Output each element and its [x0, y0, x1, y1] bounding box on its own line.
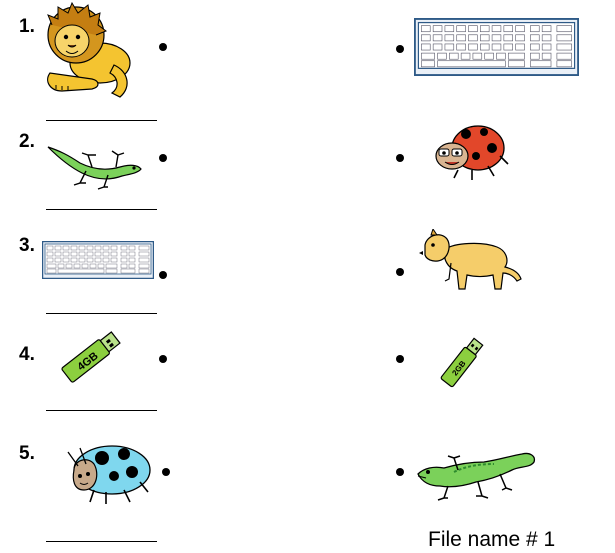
usb-4gb-picture: 4GB: [61, 331, 121, 383]
answer-line-3[interactable]: [46, 313, 157, 314]
answer-line-2[interactable]: [46, 209, 157, 210]
keyboard-picture: [42, 241, 154, 279]
right-dot-2[interactable]: [396, 154, 404, 162]
item-number-5: 5.: [19, 443, 35, 464]
item-number-2: 2.: [19, 131, 35, 152]
left-dot-1[interactable]: [159, 43, 167, 51]
item-number-1: 1.: [19, 16, 35, 37]
left-dot-4[interactable]: [159, 355, 167, 363]
lizard-picture: [47, 146, 142, 190]
lizard-picture-right: [417, 452, 536, 501]
item-number-3: 3.: [19, 235, 35, 256]
right-dot-5[interactable]: [396, 468, 404, 476]
file-name-label: File name # 1: [428, 528, 556, 551]
usb-2gb-picture: 2GB: [440, 337, 484, 388]
right-dot-1[interactable]: [396, 45, 404, 53]
left-dot-5[interactable]: [162, 468, 170, 476]
right-dot-4[interactable]: [396, 355, 404, 363]
lion-picture: [47, 1, 131, 98]
red-ladybug-picture: [435, 125, 509, 180]
item-number-4: 4.: [19, 344, 35, 365]
blue-ladybug-picture: [67, 445, 151, 504]
answer-line-1[interactable]: [46, 120, 157, 121]
answer-line-5[interactable]: [46, 541, 157, 542]
right-dot-3[interactable]: [396, 268, 404, 276]
answer-line-4[interactable]: [46, 410, 157, 411]
left-dot-3[interactable]: [159, 271, 167, 279]
keyboard-picture-right: [414, 18, 579, 76]
lioness-picture: [419, 229, 522, 290]
left-dot-2[interactable]: [159, 154, 167, 162]
